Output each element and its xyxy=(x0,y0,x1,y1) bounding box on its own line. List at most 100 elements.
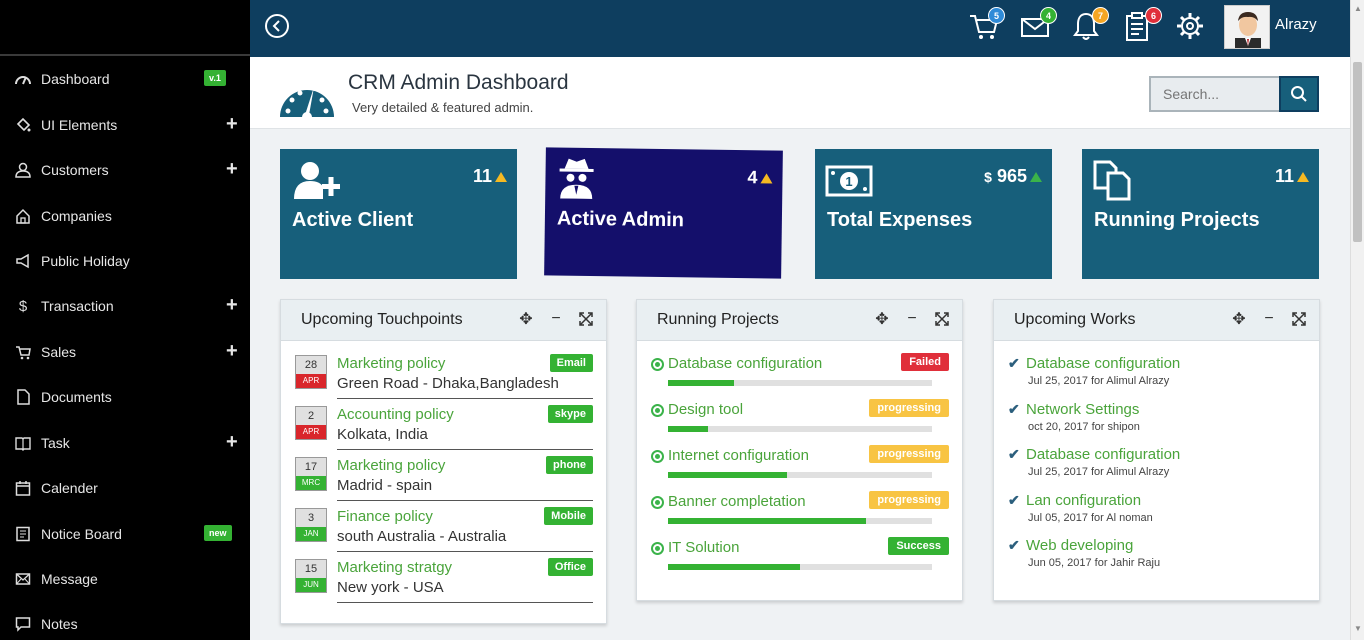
project-name[interactable]: Database configuration xyxy=(668,355,822,372)
work-item[interactable]: ✔ Database configuration Jul 25, 2017 for … xyxy=(1008,443,1306,489)
work-title[interactable]: Web developing xyxy=(1026,537,1133,554)
sidebar-item-documents[interactable]: Documents xyxy=(0,382,250,412)
divider xyxy=(337,500,593,501)
sidebar-item-label: Sales xyxy=(41,344,77,360)
touchpoint-item[interactable]: 2 APR Accounting policy Kolkata, India skype xyxy=(295,403,593,452)
sidebar-item-transaction[interactable]: $ Transaction + xyxy=(0,291,250,321)
project-name[interactable]: Internet configuration xyxy=(668,447,809,464)
panel-header: Running Projects ✥ − xyxy=(637,300,962,341)
sidebar-item-companies[interactable]: Companies xyxy=(0,201,250,231)
work-title[interactable]: Network Settings xyxy=(1026,401,1139,418)
sidebar-item-dashboard[interactable]: Dashboard v.1 xyxy=(0,64,250,94)
touchpoint-title[interactable]: Marketing policy xyxy=(337,355,445,372)
mail-button[interactable]: 4 xyxy=(1020,7,1057,42)
search-icon xyxy=(1291,86,1307,102)
tasks-button[interactable]: 6 xyxy=(1123,7,1162,42)
project-item[interactable]: Database configuration Failed xyxy=(651,352,949,398)
svg-text:1: 1 xyxy=(845,174,852,189)
sidebar-item-calender[interactable]: Calender xyxy=(0,473,250,503)
status-circle-icon xyxy=(651,496,664,509)
date-badge: 28 APR xyxy=(295,355,327,389)
date-month: MRC xyxy=(296,476,326,490)
sidebar-item-notes[interactable]: Notes xyxy=(0,609,250,639)
minimize-icon[interactable]: − xyxy=(547,310,565,328)
user-menu[interactable]: Alrazy xyxy=(1224,5,1334,49)
touchpoint-item[interactable]: 3 JAN Finance policy south Australia - Aust… xyxy=(295,505,593,554)
sidebar-item-message[interactable]: Message xyxy=(0,564,250,594)
sidebar-item-public-holiday[interactable]: Public Holiday xyxy=(0,246,250,276)
sidebar-item-label: Public Holiday xyxy=(41,253,130,269)
clipboard-icon xyxy=(14,524,32,544)
sidebar-item-label: Companies xyxy=(41,208,112,224)
sidebar-item-ui-elements[interactable]: UI Elements + xyxy=(0,110,250,140)
touchpoint-item[interactable]: 17 MRC Marketing policy Madrid - spain phone xyxy=(295,454,593,503)
project-name[interactable]: IT Solution xyxy=(668,539,739,556)
cart-button[interactable]: 5 xyxy=(968,7,1005,42)
project-item[interactable]: IT Solution Success xyxy=(651,536,949,582)
sidebar-item-sales[interactable]: Sales + xyxy=(0,337,250,367)
search-button[interactable] xyxy=(1279,76,1319,112)
move-icon[interactable]: ✥ xyxy=(1230,310,1248,328)
notification-button[interactable]: 7 xyxy=(1071,7,1109,42)
project-name[interactable]: Design tool xyxy=(668,401,743,418)
stat-card-running-projects[interactable]: 11 Running Projects xyxy=(1082,149,1319,279)
project-item[interactable]: Design tool progressing xyxy=(651,398,949,444)
back-button[interactable] xyxy=(265,14,289,38)
checkmark-icon: ✔ xyxy=(1008,537,1020,553)
project-name[interactable]: Banner completation xyxy=(668,493,806,510)
work-item[interactable]: ✔ Web developing Jun 05, 2017 for Jahir Ra… xyxy=(1008,534,1306,580)
sidebar-item-task[interactable]: Task + xyxy=(0,428,250,458)
stat-card-active-admin[interactable]: 4 Active Admin xyxy=(544,147,783,279)
sidebar-item-customers[interactable]: Customers + xyxy=(0,155,250,185)
expand-icon[interactable] xyxy=(1290,310,1308,328)
sidebar-item-notice-board[interactable]: Notice Board new xyxy=(0,519,250,549)
expand-icon[interactable] xyxy=(577,310,595,328)
search-input[interactable] xyxy=(1149,76,1279,112)
paint-bucket-icon xyxy=(14,115,32,135)
work-title[interactable]: Database configuration xyxy=(1026,355,1180,372)
settings-button[interactable] xyxy=(1174,10,1206,42)
date-month: APR xyxy=(296,374,326,388)
work-meta: Jun 05, 2017 for Jahir Raju xyxy=(1028,557,1161,569)
minimize-icon[interactable]: − xyxy=(903,310,921,328)
touchpoint-location: south Australia - Australia xyxy=(337,528,507,545)
work-item[interactable]: ✔ Database configuration Jul 25, 2017 for … xyxy=(1008,352,1306,398)
expand-icon[interactable]: + xyxy=(226,341,238,361)
date-day: 28 xyxy=(296,356,326,374)
date-month: JUN xyxy=(296,578,326,592)
status-badge: Failed xyxy=(901,353,949,371)
channel-tag: skype xyxy=(547,405,593,423)
touchpoint-location: New york - USA xyxy=(337,579,444,596)
project-item[interactable]: Banner completation progressing xyxy=(651,490,949,536)
page-scrollbar[interactable]: ▲ ▼ xyxy=(1350,0,1364,640)
expand-icon[interactable]: + xyxy=(226,159,238,179)
project-item[interactable]: Internet configuration progressing xyxy=(651,444,949,490)
sidebar-item-label: Customers xyxy=(41,162,109,178)
scrollbar-thumb[interactable] xyxy=(1353,62,1362,242)
touchpoint-title[interactable]: Accounting policy xyxy=(337,406,454,423)
work-item[interactable]: ✔ Lan configuration Jul 05, 2017 for Al no… xyxy=(1008,489,1306,535)
task-count-badge: 6 xyxy=(1145,7,1162,24)
touchpoint-title[interactable]: Marketing policy xyxy=(337,457,445,474)
expand-icon[interactable] xyxy=(933,310,951,328)
expand-icon[interactable]: + xyxy=(226,432,238,452)
move-icon[interactable]: ✥ xyxy=(517,310,535,328)
move-icon[interactable]: ✥ xyxy=(873,310,891,328)
cart-count-badge: 5 xyxy=(988,7,1005,24)
panel-title: Upcoming Works xyxy=(1014,311,1136,328)
minimize-icon[interactable]: − xyxy=(1260,310,1278,328)
expand-icon[interactable]: + xyxy=(226,114,238,134)
touchpoint-title[interactable]: Marketing stratgy xyxy=(337,559,452,576)
date-badge: 17 MRC xyxy=(295,457,327,491)
work-item[interactable]: ✔ Network Settings oct 20, 2017 for shipon xyxy=(1008,398,1306,444)
touchpoint-item[interactable]: 15 JUN Marketing stratgy New york - USA Offi… xyxy=(295,556,593,605)
touchpoint-location: Madrid - spain xyxy=(337,477,433,494)
touchpoint-item[interactable]: 28 APR Marketing policy Green Road - Dhaka,… xyxy=(295,352,593,401)
expand-icon[interactable]: + xyxy=(226,295,238,315)
work-title[interactable]: Lan configuration xyxy=(1026,492,1141,509)
sidebar-item-label: Notice Board xyxy=(41,526,122,542)
stat-card-active-client[interactable]: 11 Active Client xyxy=(280,149,517,279)
stat-card-total-expenses[interactable]: 1 $ 965 Total Expenses xyxy=(815,149,1052,279)
touchpoint-title[interactable]: Finance policy xyxy=(337,508,433,525)
work-title[interactable]: Database configuration xyxy=(1026,446,1180,463)
